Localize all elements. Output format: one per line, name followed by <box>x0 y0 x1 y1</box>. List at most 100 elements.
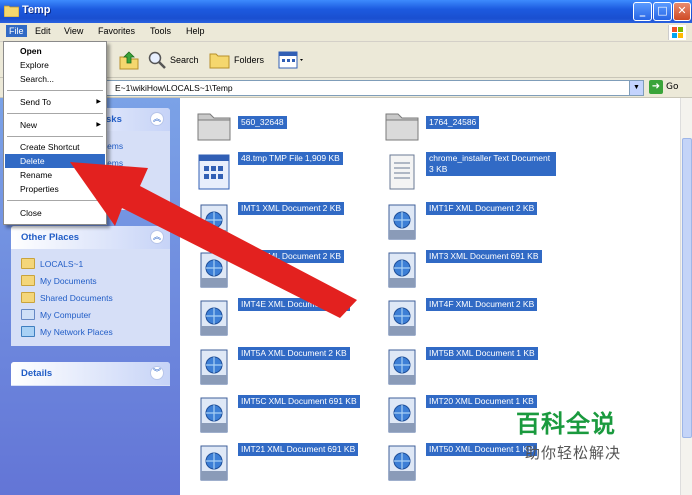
file-item[interactable]: IMT5C XML Document 691 KB <box>188 391 368 437</box>
menu-item-search[interactable]: Search... <box>5 72 105 86</box>
menu-item-explore[interactable]: Explore <box>5 58 105 72</box>
xml-document-icon <box>196 298 232 338</box>
menu-favorites[interactable]: Favorites <box>98 26 135 36</box>
menu-item-delete[interactable]: Delete <box>5 154 105 168</box>
search-button[interactable]: Search <box>147 48 199 72</box>
folder-icon <box>21 258 35 269</box>
file-item[interactable]: IMT2 XML Document 2 KB <box>188 246 368 292</box>
folder-item[interactable]: 560_32648 <box>188 102 368 148</box>
file-label: IMT2 XML Document 2 KB <box>238 250 345 263</box>
file-item[interactable]: IMT5B XML Document 1 KB <box>376 343 556 389</box>
file-name: IMT21 <box>240 444 267 455</box>
menu-separator <box>7 200 103 201</box>
folders-button[interactable]: Folders <box>209 48 264 72</box>
menu-file[interactable]: File <box>6 25 27 37</box>
details-header[interactable]: Details ︾ <box>11 362 170 385</box>
place-link-label: My Network Places <box>40 326 113 337</box>
views-icon <box>278 51 303 69</box>
file-name: IMT5B <box>428 348 456 359</box>
go-button[interactable]: ➜ Go <box>649 80 678 94</box>
file-type: XML Document <box>454 444 515 455</box>
expand-chevron-icon[interactable]: ︾ <box>150 366 164 380</box>
details-panel: Details ︾ <box>11 362 170 386</box>
menu-help[interactable]: Help <box>186 26 205 36</box>
menu-item-create-shortcut[interactable]: Create Shortcut <box>5 140 105 154</box>
file-size: 2 KB <box>327 299 348 310</box>
details-title: Details <box>21 368 53 379</box>
maximize-button[interactable]: □ <box>653 2 672 21</box>
file-name: IMT1F <box>428 203 455 214</box>
file-name: chrome_installer <box>428 153 493 164</box>
watermark-title: 百科全说 <box>516 410 616 438</box>
file-item[interactable]: IMT4F XML Document 2 KB <box>376 294 556 340</box>
file-type: XML Document <box>267 299 328 310</box>
submenu-arrow-icon: ▶ <box>96 122 101 128</box>
menu-view[interactable]: View <box>64 26 83 36</box>
file-size: 691 KB <box>327 396 358 407</box>
xml-document-icon <box>196 347 232 387</box>
vertical-scrollbar[interactable] <box>680 98 692 495</box>
network-places-icon <box>21 326 35 337</box>
menu-edit[interactable]: Edit <box>35 26 51 36</box>
scrollbar-thumb[interactable] <box>682 138 692 438</box>
xml-document-icon <box>384 347 420 387</box>
collapse-chevron-icon[interactable]: ︽ <box>150 230 164 244</box>
up-folder-button[interactable] <box>118 48 140 72</box>
file-name: IMT50 <box>428 444 455 455</box>
file-type: XML Document <box>267 348 328 359</box>
file-item[interactable]: IMT4E XML Document 2 KB <box>188 294 368 340</box>
address-input[interactable]: E~1\wikiHow\LOCALS~1\Temp ▼ <box>96 80 644 96</box>
menu-item-properties[interactable]: Properties <box>5 182 105 196</box>
file-label: 1764_24586 <box>426 116 480 129</box>
file-type: XML Document <box>261 251 322 262</box>
file-name: 560_32648 <box>240 117 285 128</box>
views-button[interactable] <box>278 48 306 72</box>
file-name: IMT2 <box>240 251 262 262</box>
minimize-button[interactable]: _ <box>633 2 652 21</box>
file-item[interactable]: IMT21 XML Document 691 KB <box>188 439 368 485</box>
other-places-header[interactable]: Other Places ︽ <box>11 226 170 249</box>
file-label: IMT3 XML Document 691 KB <box>426 250 542 263</box>
file-label: IMT50 XML Document 1 KB <box>426 443 537 456</box>
file-item[interactable]: IMT1F XML Document 2 KB <box>376 198 556 244</box>
xml-document-icon <box>384 298 420 338</box>
place-link-locals[interactable]: LOCALS~1 <box>21 255 170 272</box>
file-size: 2 KB <box>514 203 536 214</box>
address-dropdown-button[interactable]: ▼ <box>629 81 643 95</box>
menu-item-rename[interactable]: Rename <box>5 168 105 182</box>
menu-item-send-to[interactable]: Send To ▶ <box>5 95 105 109</box>
search-label: Search <box>170 55 199 65</box>
folder-item[interactable]: 1764_24586 <box>376 102 556 148</box>
file-label: IMT1 XML Document 2 KB <box>238 202 345 215</box>
place-link-shared-documents[interactable]: Shared Documents <box>21 289 170 306</box>
folder-icon <box>384 106 420 146</box>
collapse-chevron-icon[interactable]: ︽ <box>150 112 164 126</box>
xml-document-icon <box>196 395 232 435</box>
folder-icon <box>4 5 19 17</box>
file-item[interactable]: IMT5A XML Document 2 KB <box>188 343 368 389</box>
my-documents-icon <box>21 275 35 286</box>
file-item[interactable]: chrome_installer Text Document 3 KB <box>376 148 556 194</box>
file-size: 3 KB <box>428 164 449 175</box>
file-item[interactable]: 48.tmp TMP File 1,909 KB <box>188 148 368 194</box>
menu-item-open[interactable]: Open <box>5 44 105 58</box>
text-document-icon <box>384 152 420 192</box>
close-button[interactable]: ✕ <box>673 2 691 21</box>
place-link-my-documents[interactable]: My Documents <box>21 272 170 289</box>
file-size: 691 KB <box>509 251 540 262</box>
menu-separator <box>7 113 103 114</box>
file-size: 2 KB <box>514 299 536 310</box>
folders-icon <box>209 53 230 69</box>
menu-item-close[interactable]: Close <box>5 206 105 220</box>
address-path: E~1\wikiHow\LOCALS~1\Temp <box>115 83 233 93</box>
menu-separator <box>7 90 103 91</box>
file-name: IMT5A <box>240 348 268 359</box>
file-item[interactable]: IMT1 XML Document 2 KB <box>188 198 368 244</box>
file-item[interactable]: IMT3 XML Document 691 KB <box>376 246 556 292</box>
place-link-my-computer[interactable]: My Computer <box>21 306 170 323</box>
place-link-label: My Computer <box>40 309 92 320</box>
xml-document-icon <box>384 202 420 242</box>
menu-tools[interactable]: Tools <box>150 26 171 36</box>
place-link-my-network-places[interactable]: My Network Places <box>21 323 170 340</box>
menu-item-new[interactable]: New ▶ <box>5 118 105 132</box>
